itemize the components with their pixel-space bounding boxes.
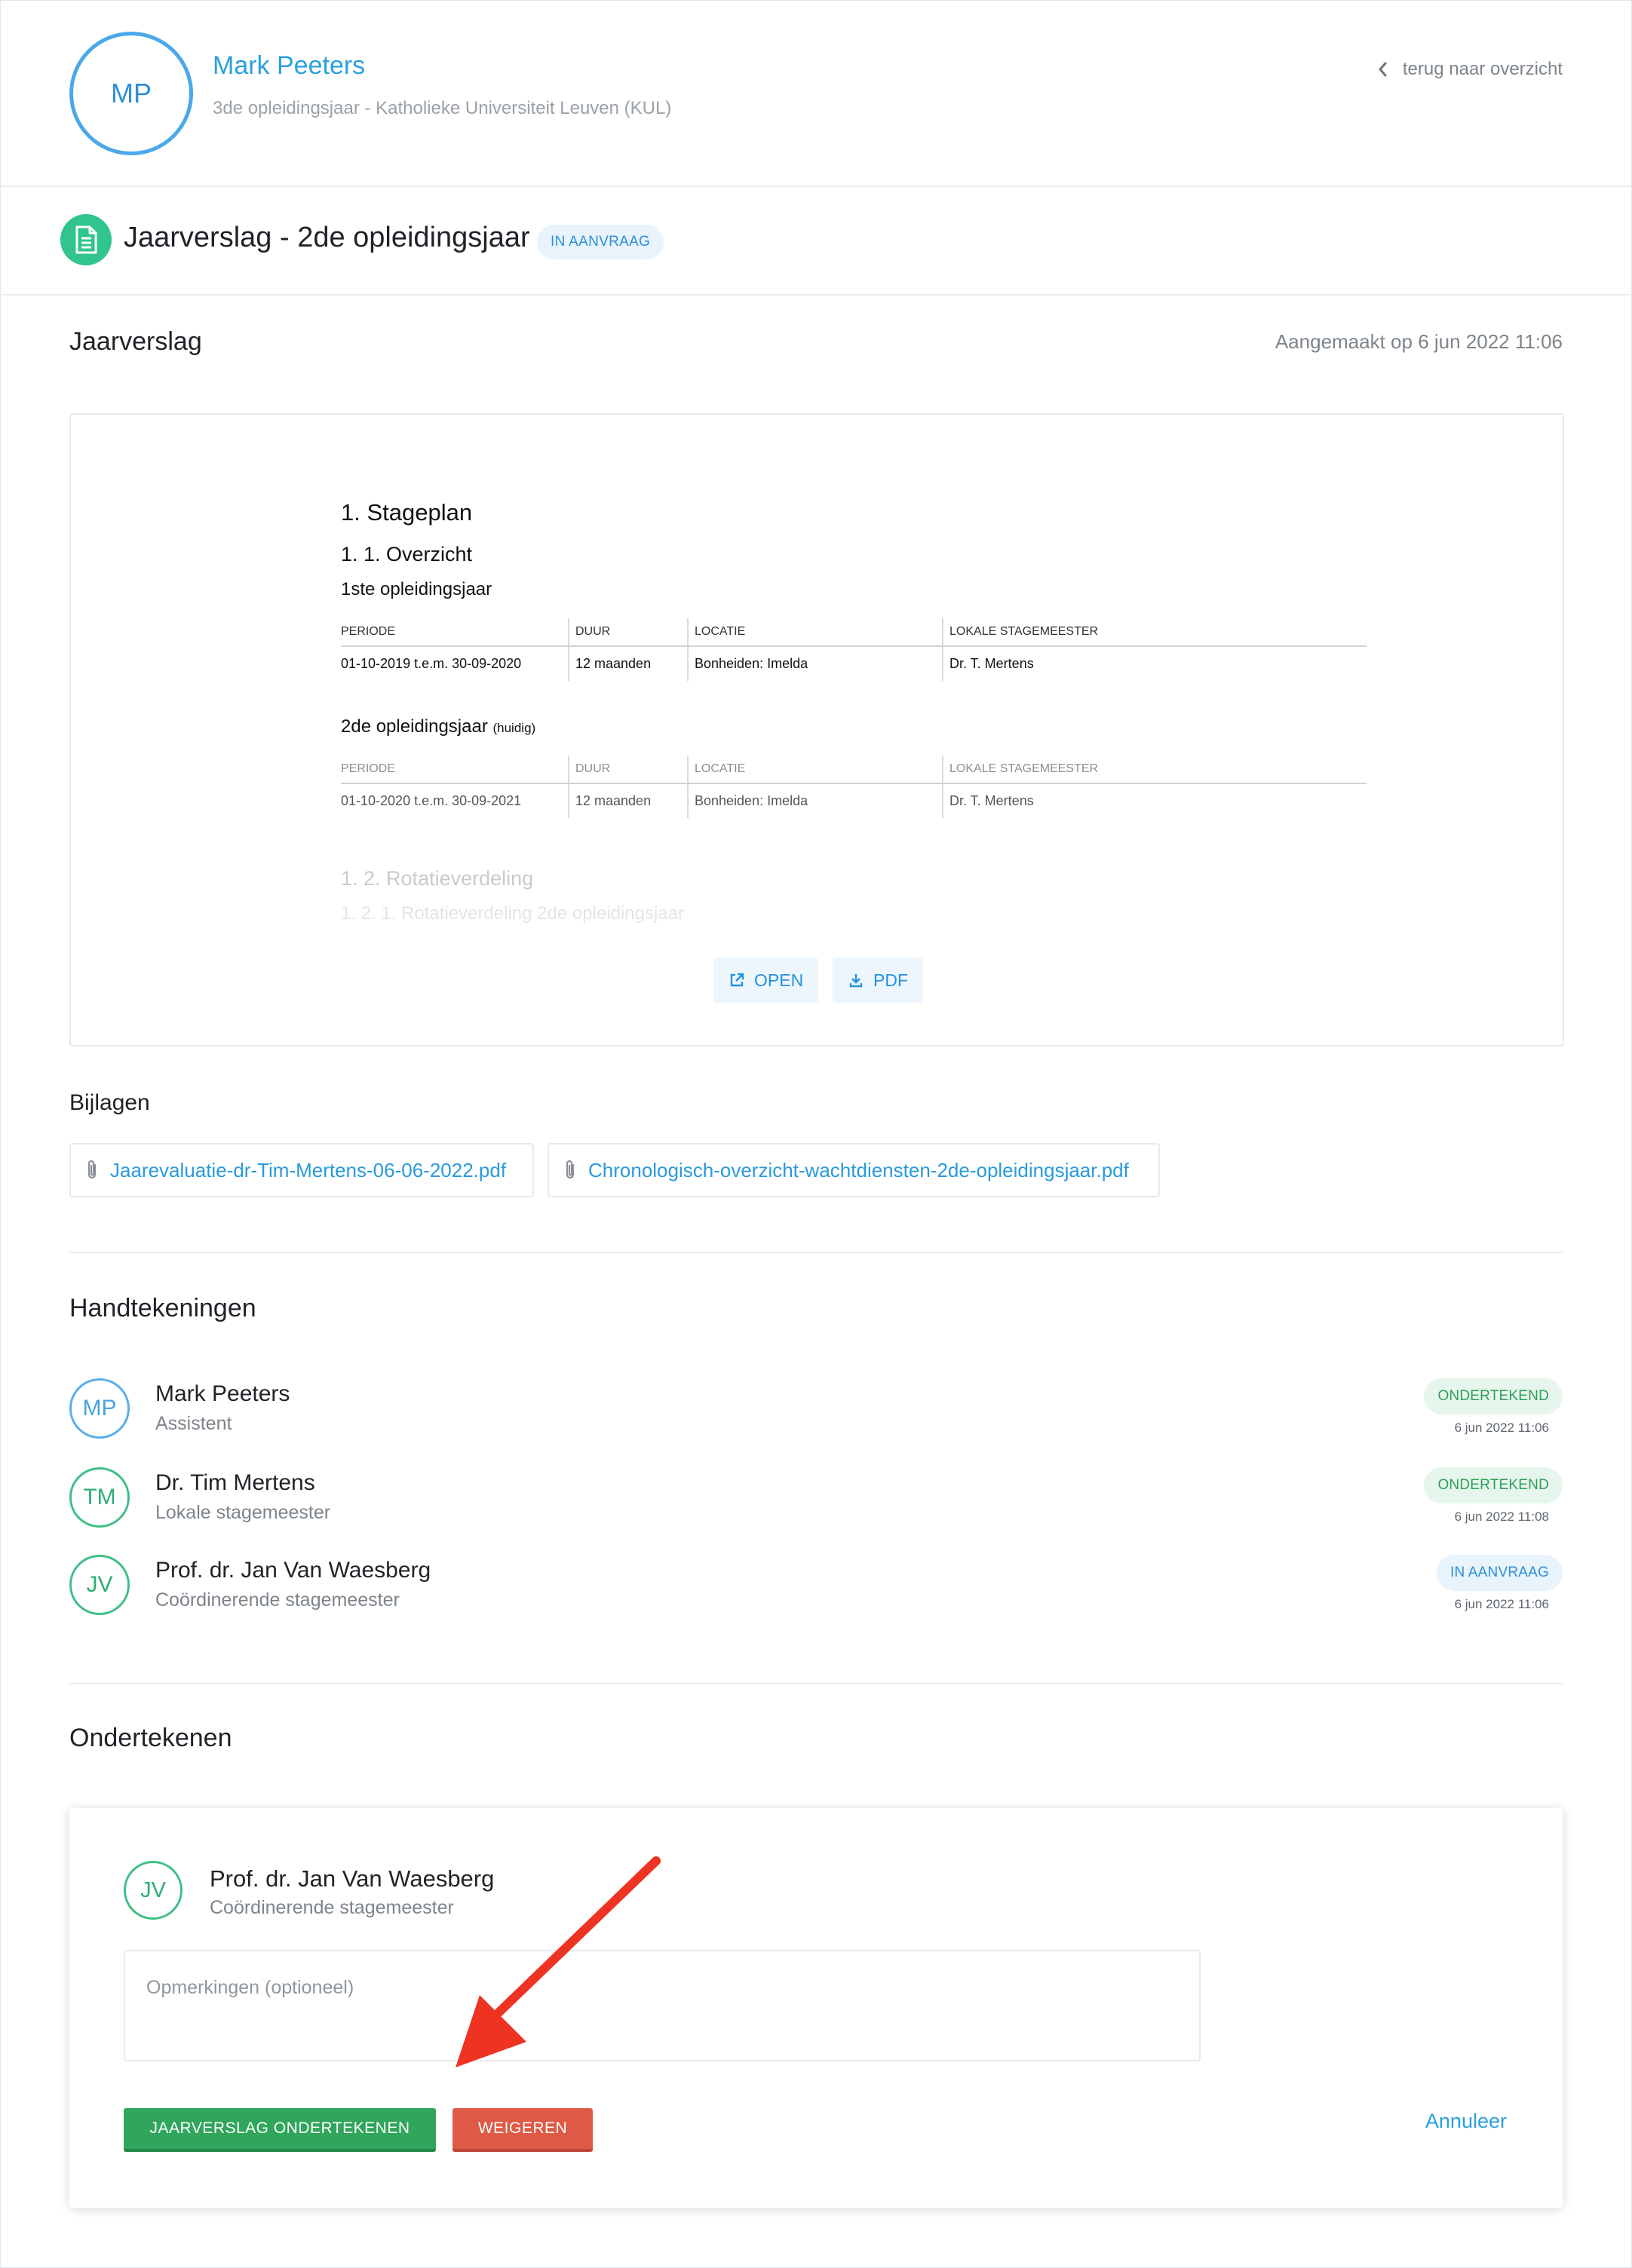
signer-name: Dr. Tim Mertens xyxy=(155,1470,315,1495)
profile-subtitle: 3de opleidingsjaar - Katholieke Universi… xyxy=(213,98,672,118)
column-header: DUUR xyxy=(568,618,688,647)
arrow-annotation xyxy=(456,1856,661,2067)
table-cell: Dr. T. Mertens xyxy=(942,783,1367,818)
document-icon xyxy=(60,214,112,265)
column-header: PERIODE xyxy=(341,755,569,784)
signer-role: Lokale stagemeester xyxy=(155,1502,331,1523)
paperclip-icon xyxy=(87,1160,97,1179)
attachments-heading: Bijlagen xyxy=(69,1090,150,1115)
sign-report-button[interactable]: JAARVERSLAG ONDERTEKENEN xyxy=(124,2108,436,2152)
year2-table: PERIODE DUUR LOCATIE LOKALE STAGEMEESTER… xyxy=(341,755,1367,818)
status-badge: ONDERTEKEND xyxy=(1424,1378,1563,1414)
preview-heading-year1: 1ste opleidingsjaar xyxy=(341,579,492,599)
divider xyxy=(0,185,1632,187)
paperclip-icon xyxy=(566,1160,575,1179)
avatar-initials: JV xyxy=(140,1877,166,1902)
preview-heading-rotatie-2de: 1. 2. 1. Rotatieverdeling 2de opleidings… xyxy=(341,903,684,924)
avatar: MP xyxy=(69,1378,130,1439)
attachment-filename: Chronologisch-overzicht-wachtdiensten-2d… xyxy=(588,1158,1129,1182)
signer-role: Coördinerende stagemeester xyxy=(155,1589,400,1611)
avatar-initials: MP xyxy=(111,78,152,109)
signature-date: 6 jun 2022 11:06 xyxy=(1454,1421,1549,1435)
preview-heading-stageplan: 1. Stageplan xyxy=(341,499,473,526)
column-header: LOKALE STAGEMEESTER xyxy=(942,618,1367,647)
preview-heading-year2: 2de opleidingsjaar (huidig) xyxy=(341,716,535,737)
external-link-icon xyxy=(730,973,744,987)
open-button[interactable]: OPEN xyxy=(713,958,819,1003)
signer-name: Prof. dr. Jan Van Waesberg xyxy=(155,1558,431,1583)
divider xyxy=(69,1252,1563,1253)
signer-role: Coördinerende stagemeester xyxy=(210,1897,454,1918)
attachment-link[interactable]: Jaarevaluatie-dr-Tim-Mertens-06-06-2022.… xyxy=(69,1143,534,1197)
year1-table: PERIODE DUUR LOCATIE LOKALE STAGEMEESTER… xyxy=(341,618,1367,681)
attachment-filename: Jaarevaluatie-dr-Tim-Mertens-06-06-2022.… xyxy=(110,1158,507,1182)
status-badge: ONDERTEKEND xyxy=(1424,1467,1563,1503)
avatar-initials: TM xyxy=(83,1485,116,1509)
preview-heading-overzicht: 1. 1. Overzicht xyxy=(341,543,473,565)
cancel-link[interactable]: Annuleer xyxy=(1425,2110,1507,2133)
status-badge: IN AANVRAAG xyxy=(537,225,664,259)
refuse-button[interactable]: WEIGEREN xyxy=(452,2108,593,2152)
table-cell: 12 maanden xyxy=(568,646,688,681)
table-cell: 01-10-2020 t.e.m. 30-09-2021 xyxy=(341,793,522,808)
column-header: LOKALE STAGEMEESTER xyxy=(942,755,1367,784)
signer-role: Assistent xyxy=(155,1413,232,1434)
table-row: 01-10-2019 t.e.m. 30-09-2020 12 maanden … xyxy=(341,646,1367,681)
chevron-left-icon xyxy=(1379,62,1387,77)
table-cell: Bonheiden: Imelda xyxy=(687,646,943,681)
year2-heading-note: (huidig) xyxy=(492,721,536,735)
document-preview: 1. Stageplan 1. 1. Overzicht 1ste opleid… xyxy=(69,413,1564,1047)
divider xyxy=(0,294,1632,296)
column-header: DUUR xyxy=(568,755,688,784)
avatar: MP xyxy=(69,32,193,155)
status-badge: IN AANVRAAG xyxy=(1436,1555,1563,1591)
year2-heading-text: 2de opleidingsjaar xyxy=(341,716,488,737)
profile-name-link[interactable]: Mark Peeters xyxy=(213,51,365,81)
table-cell: Dr. T. Mertens xyxy=(942,646,1367,681)
signer-name: Mark Peeters xyxy=(155,1381,290,1406)
avatar: JV xyxy=(124,1861,183,1920)
table-cell: 12 maanden xyxy=(568,783,688,818)
page-title: Jaarverslag - 2de opleidingsjaar xyxy=(124,222,530,253)
avatar-initials: JV xyxy=(86,1572,113,1597)
pdf-download-button[interactable]: PDF xyxy=(833,958,923,1003)
attachment-link[interactable]: Chronologisch-overzicht-wachtdiensten-2d… xyxy=(548,1143,1160,1197)
preview-heading-rotatie: 1. 2. Rotatieverdeling xyxy=(341,867,534,890)
open-label: OPEN xyxy=(754,970,804,990)
column-header: PERIODE xyxy=(341,618,569,647)
signature-date: 6 jun 2022 11:06 xyxy=(1454,1597,1549,1611)
sign-card: JV Prof. dr. Jan Van Waesberg Coördinere… xyxy=(69,1808,1563,2208)
signatures-heading: Handtekeningen xyxy=(69,1294,256,1322)
signature-date: 6 jun 2022 11:08 xyxy=(1454,1509,1549,1524)
column-header: LOCATIE xyxy=(687,755,943,784)
divider xyxy=(69,1683,1563,1684)
column-header: LOCATIE xyxy=(687,618,943,647)
table-row: 01-10-2020 t.e.m. 30-09-2021 12 maanden … xyxy=(341,783,1367,818)
avatar-initials: MP xyxy=(82,1396,117,1421)
created-timestamp: Aangemaakt op 6 jun 2022 11:06 xyxy=(1275,330,1563,353)
table-cell: 01-10-2019 t.e.m. 30-09-2020 xyxy=(341,656,522,671)
back-label: terug naar overzicht xyxy=(1402,59,1563,79)
table-cell: Bonheiden: Imelda xyxy=(687,783,943,818)
download-icon xyxy=(849,974,863,988)
avatar: JV xyxy=(69,1555,130,1615)
pdf-label: PDF xyxy=(873,970,908,990)
sign-heading: Ondertekenen xyxy=(69,1724,232,1752)
back-to-overview-link[interactable]: terug naar overzicht xyxy=(1377,59,1563,80)
report-heading: Jaarverslag xyxy=(69,327,202,356)
avatar: TM xyxy=(69,1467,130,1528)
